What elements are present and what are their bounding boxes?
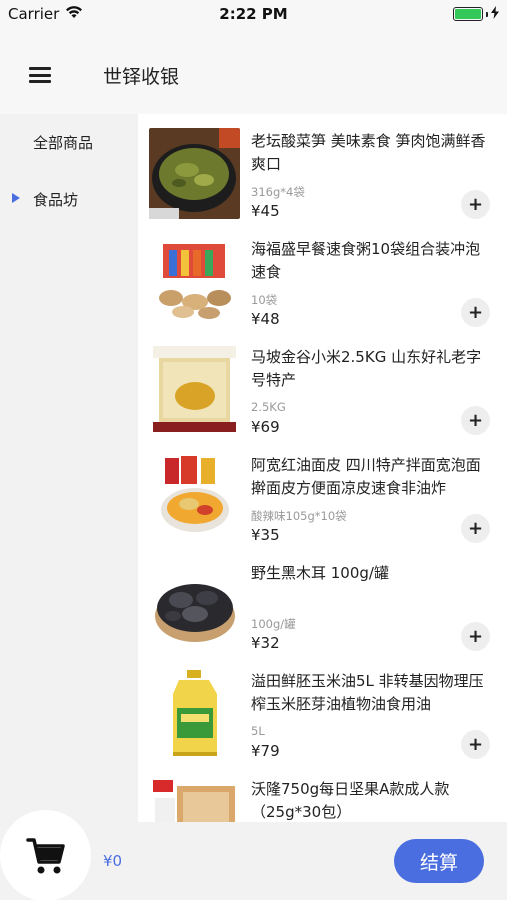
product-price: ¥48 [251, 310, 280, 328]
battery-tip [486, 11, 488, 17]
sidebar-item-label: 食品坊 [33, 191, 79, 209]
product-image-black-fungus [149, 560, 240, 651]
product-name: 海福盛早餐速食粥10袋组合装冲泡速食 [251, 240, 481, 281]
product-image-bamboo-shoots [149, 128, 240, 219]
sidebar-item-food[interactable]: 食品坊 [0, 173, 138, 225]
hamburger-menu-icon[interactable] [29, 67, 51, 83]
product-row[interactable]: 海福盛早餐速食粥10袋组合装冲泡速食 10袋 ¥48 + [138, 222, 507, 330]
cart-button[interactable] [0, 810, 91, 900]
sidebar-item-label: 全部商品 [33, 134, 94, 152]
add-to-cart-button[interactable]: + [461, 406, 490, 435]
product-name: 马坡金谷小米2.5KG 山东好礼老字号特产 [251, 348, 482, 389]
product-image-noodles [149, 452, 240, 543]
category-sidebar: 全部商品 食品坊 [0, 114, 138, 822]
product-row[interactable]: 老坛酸菜笋 美味素食 笋肉饱满鲜香爽口 316g*4袋 ¥45 + [138, 114, 507, 222]
product-row[interactable]: 野生黑木耳 100g/罐 100g/罐 ¥32 + [138, 546, 507, 654]
product-row[interactable]: 马坡金谷小米2.5KG 山东好礼老字号特产 2.5KG ¥69 + [138, 330, 507, 438]
product-row[interactable]: 沃隆750g每日坚果A款成人款（25g*30包） [138, 762, 507, 822]
product-spec: 10袋 [251, 293, 278, 307]
product-spec: 酸辣味105g*10袋 [251, 509, 347, 523]
product-list[interactable]: 老坛酸菜笋 美味素食 笋肉饱满鲜香爽口 316g*4袋 ¥45 + 海福盛早餐速… [138, 114, 507, 822]
product-row[interactable]: 溢田鲜胚玉米油5L 非转基因物理压榨玉米胚芽油植物油食用油 5L ¥79 + [138, 654, 507, 762]
product-price: ¥79 [251, 742, 280, 760]
charging-icon [491, 5, 499, 23]
add-to-cart-button[interactable]: + [461, 730, 490, 759]
status-bar: Carrier 2:22 PM [0, 0, 507, 28]
product-row[interactable]: 阿宽红油面皮 四川特产拌面宽泡面擀面皮方便面凉皮速食非油炸 酸辣味105g*10… [138, 438, 507, 546]
add-to-cart-button[interactable]: + [461, 298, 490, 327]
product-image-mixed-nuts [149, 776, 240, 822]
battery-icon [453, 7, 483, 21]
product-spec: 100g/罐 [251, 617, 296, 631]
add-to-cart-button[interactable]: + [461, 190, 490, 219]
product-spec: 2.5KG [251, 400, 286, 414]
add-to-cart-button[interactable]: + [461, 622, 490, 651]
cart-total: ¥0 [103, 852, 123, 870]
status-time: 2:22 PM [219, 5, 288, 23]
page-title: 世铎收银 [103, 66, 180, 88]
selected-arrow-icon [12, 193, 20, 203]
product-image-corn-oil [149, 668, 240, 759]
product-image-millet [149, 344, 240, 435]
product-name: 阿宽红油面皮 四川特产拌面宽泡面擀面皮方便面凉皮速食非油炸 [251, 456, 481, 497]
product-price: ¥35 [251, 526, 280, 544]
product-name: 沃隆750g每日坚果A款成人款（25g*30包） [251, 780, 450, 821]
product-price: ¥32 [251, 634, 280, 652]
product-price: ¥45 [251, 202, 280, 220]
sidebar-item-all-products[interactable]: 全部商品 [0, 116, 138, 168]
product-spec: 5L [251, 724, 265, 738]
add-to-cart-button[interactable]: + [461, 514, 490, 543]
status-right [453, 5, 499, 23]
shopping-cart-icon [26, 838, 65, 874]
product-price: ¥69 [251, 418, 280, 436]
nav-bar: 世铎收银 [0, 28, 507, 114]
product-image-congee [149, 236, 240, 327]
product-name: 老坛酸菜笋 美味素食 笋肉饱满鲜香爽口 [251, 132, 486, 173]
product-spec: 316g*4袋 [251, 185, 305, 199]
product-name: 野生黑木耳 100g/罐 [251, 564, 389, 582]
bottom-cart-bar: ¥0 结算 [0, 810, 507, 900]
checkout-button[interactable]: 结算 [394, 839, 484, 883]
product-name: 溢田鲜胚玉米油5L 非转基因物理压榨玉米胚芽油植物油食用油 [251, 672, 484, 713]
